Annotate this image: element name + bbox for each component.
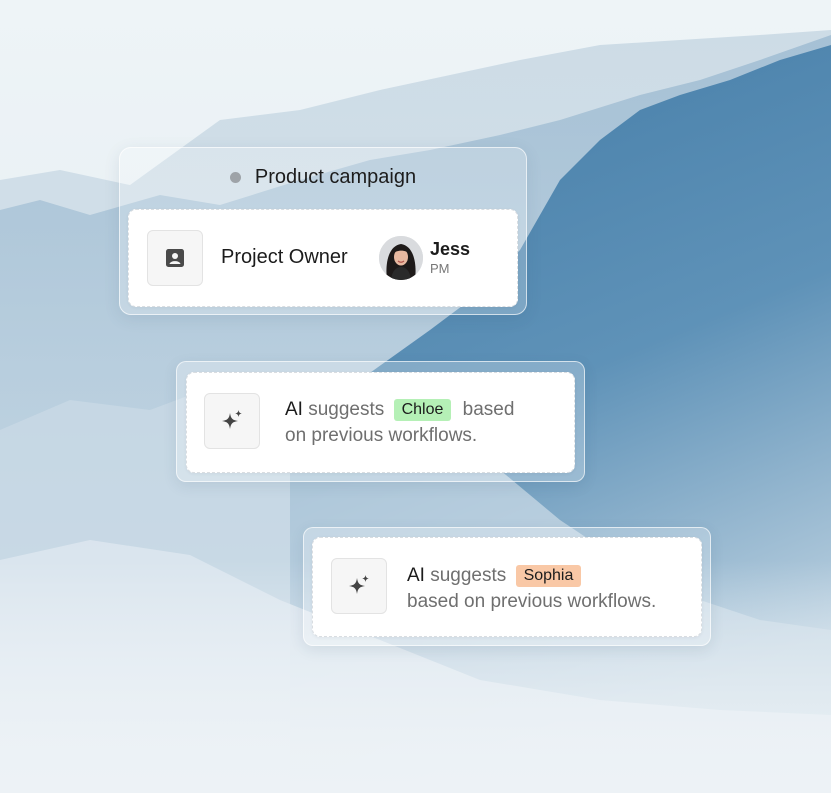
group-title: Product campaign xyxy=(254,165,417,188)
person-name: Jess xyxy=(430,239,471,259)
suggested-person-tag[interactable]: Chloe xyxy=(393,399,452,421)
sparkle-icon xyxy=(204,393,260,449)
owner-label: Project Owner xyxy=(221,246,348,268)
suggest-tail-1: based xyxy=(462,399,515,420)
suggest-tail-2: on previous workflows. xyxy=(285,425,478,446)
suggested-person-tag[interactable]: Sophia xyxy=(515,565,582,587)
ai-label: AI xyxy=(407,565,425,586)
avatar xyxy=(379,236,423,280)
person-role: PM xyxy=(430,261,450,276)
ai-label: AI xyxy=(285,399,303,420)
group-header: Product campaign xyxy=(120,162,526,192)
suggest-verb: suggests xyxy=(430,565,507,586)
project-owner-card[interactable]: Project Owner Jess PM xyxy=(128,209,518,307)
ai-suggestion-card[interactable]: AI suggests Chloe based on previous work… xyxy=(186,372,575,473)
suggestion-text: AI suggests Chloe based on previous work… xyxy=(285,397,565,449)
suggest-verb: suggests xyxy=(308,399,385,420)
ai-suggestion-card[interactable]: AI suggests Sophia based on previous wor… xyxy=(312,537,702,637)
canvas: Product campaign Project Owner Jess PM A… xyxy=(0,0,831,793)
suggestion-text: AI suggests Sophia based on previous wor… xyxy=(407,563,697,615)
status-dot xyxy=(229,171,241,183)
sparkle-icon xyxy=(331,558,387,614)
contact-card-icon xyxy=(147,230,203,286)
suggest-tail: based on previous workflows. xyxy=(407,591,657,612)
